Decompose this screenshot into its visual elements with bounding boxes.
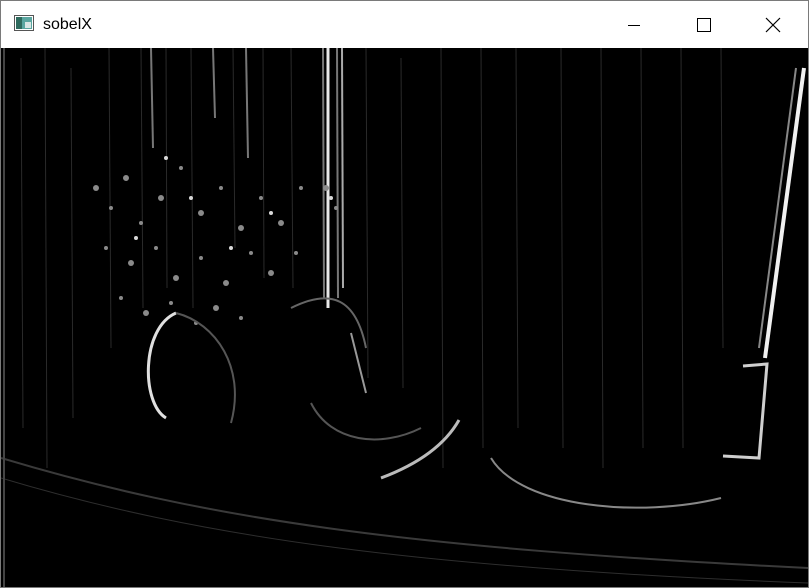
close-button[interactable]	[738, 1, 808, 48]
minimize-button[interactable]	[599, 1, 669, 48]
image-canvas[interactable]	[1, 48, 808, 587]
close-icon	[765, 17, 781, 32]
window-title: sobelX	[43, 16, 92, 33]
minimize-icon	[628, 24, 640, 26]
app-icon	[14, 15, 34, 31]
maximize-icon	[697, 17, 711, 32]
image-window: sobelX	[0, 0, 809, 588]
maximize-button[interactable]	[669, 1, 739, 48]
sobel-x-edge-image	[1, 48, 808, 587]
title-bar[interactable]: sobelX	[1, 1, 808, 48]
